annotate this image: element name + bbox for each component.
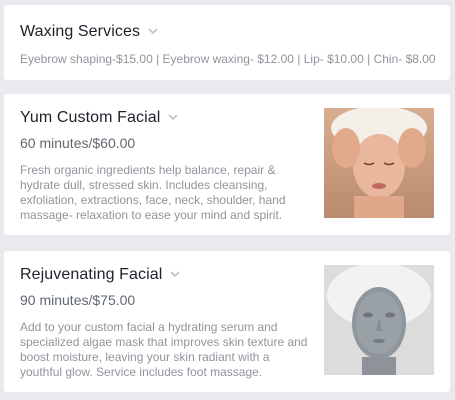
service-title-row[interactable]: Rejuvenating Facial <box>20 265 181 285</box>
service-card-rejuvenating-facial[interactable]: Rejuvenating Facial 90 minutes/$75.00 Ad… <box>4 251 450 392</box>
service-price-list: Eyebrow shaping-$15.00 | Eyebrow waxing-… <box>20 52 436 66</box>
service-title-row[interactable]: Waxing Services <box>20 22 159 42</box>
service-title: Yum Custom Facial <box>20 109 161 126</box>
service-title: Rejuvenating Facial <box>20 266 163 283</box>
service-price: 60 minutes/$60.00 <box>20 135 136 151</box>
service-card-waxing[interactable]: Waxing Services Eyebrow shaping-$15.00 |… <box>4 5 450 80</box>
service-title-row[interactable]: Yum Custom Facial <box>20 108 179 128</box>
service-title: Waxing Services <box>20 23 141 40</box>
algae-mask-image <box>324 265 434 375</box>
chevron-down-icon[interactable] <box>147 25 159 37</box>
services-page: Waxing Services Eyebrow shaping-$15.00 |… <box>0 0 455 400</box>
service-photo-algae-mask[interactable] <box>324 265 434 375</box>
service-description: Add to your custom facial a hydrating se… <box>20 320 308 379</box>
chevron-down-icon[interactable] <box>169 268 181 280</box>
chevron-down-icon[interactable] <box>167 111 179 123</box>
service-card-yum-custom-facial[interactable]: Yum Custom Facial 60 minutes/$60.00 Fres… <box>4 94 450 235</box>
service-price: 90 minutes/$75.00 <box>20 292 136 308</box>
service-photo-facial-massage[interactable] <box>324 108 434 218</box>
facial-massage-image <box>324 108 434 218</box>
service-description: Fresh organic ingredients help balance, … <box>20 163 286 222</box>
